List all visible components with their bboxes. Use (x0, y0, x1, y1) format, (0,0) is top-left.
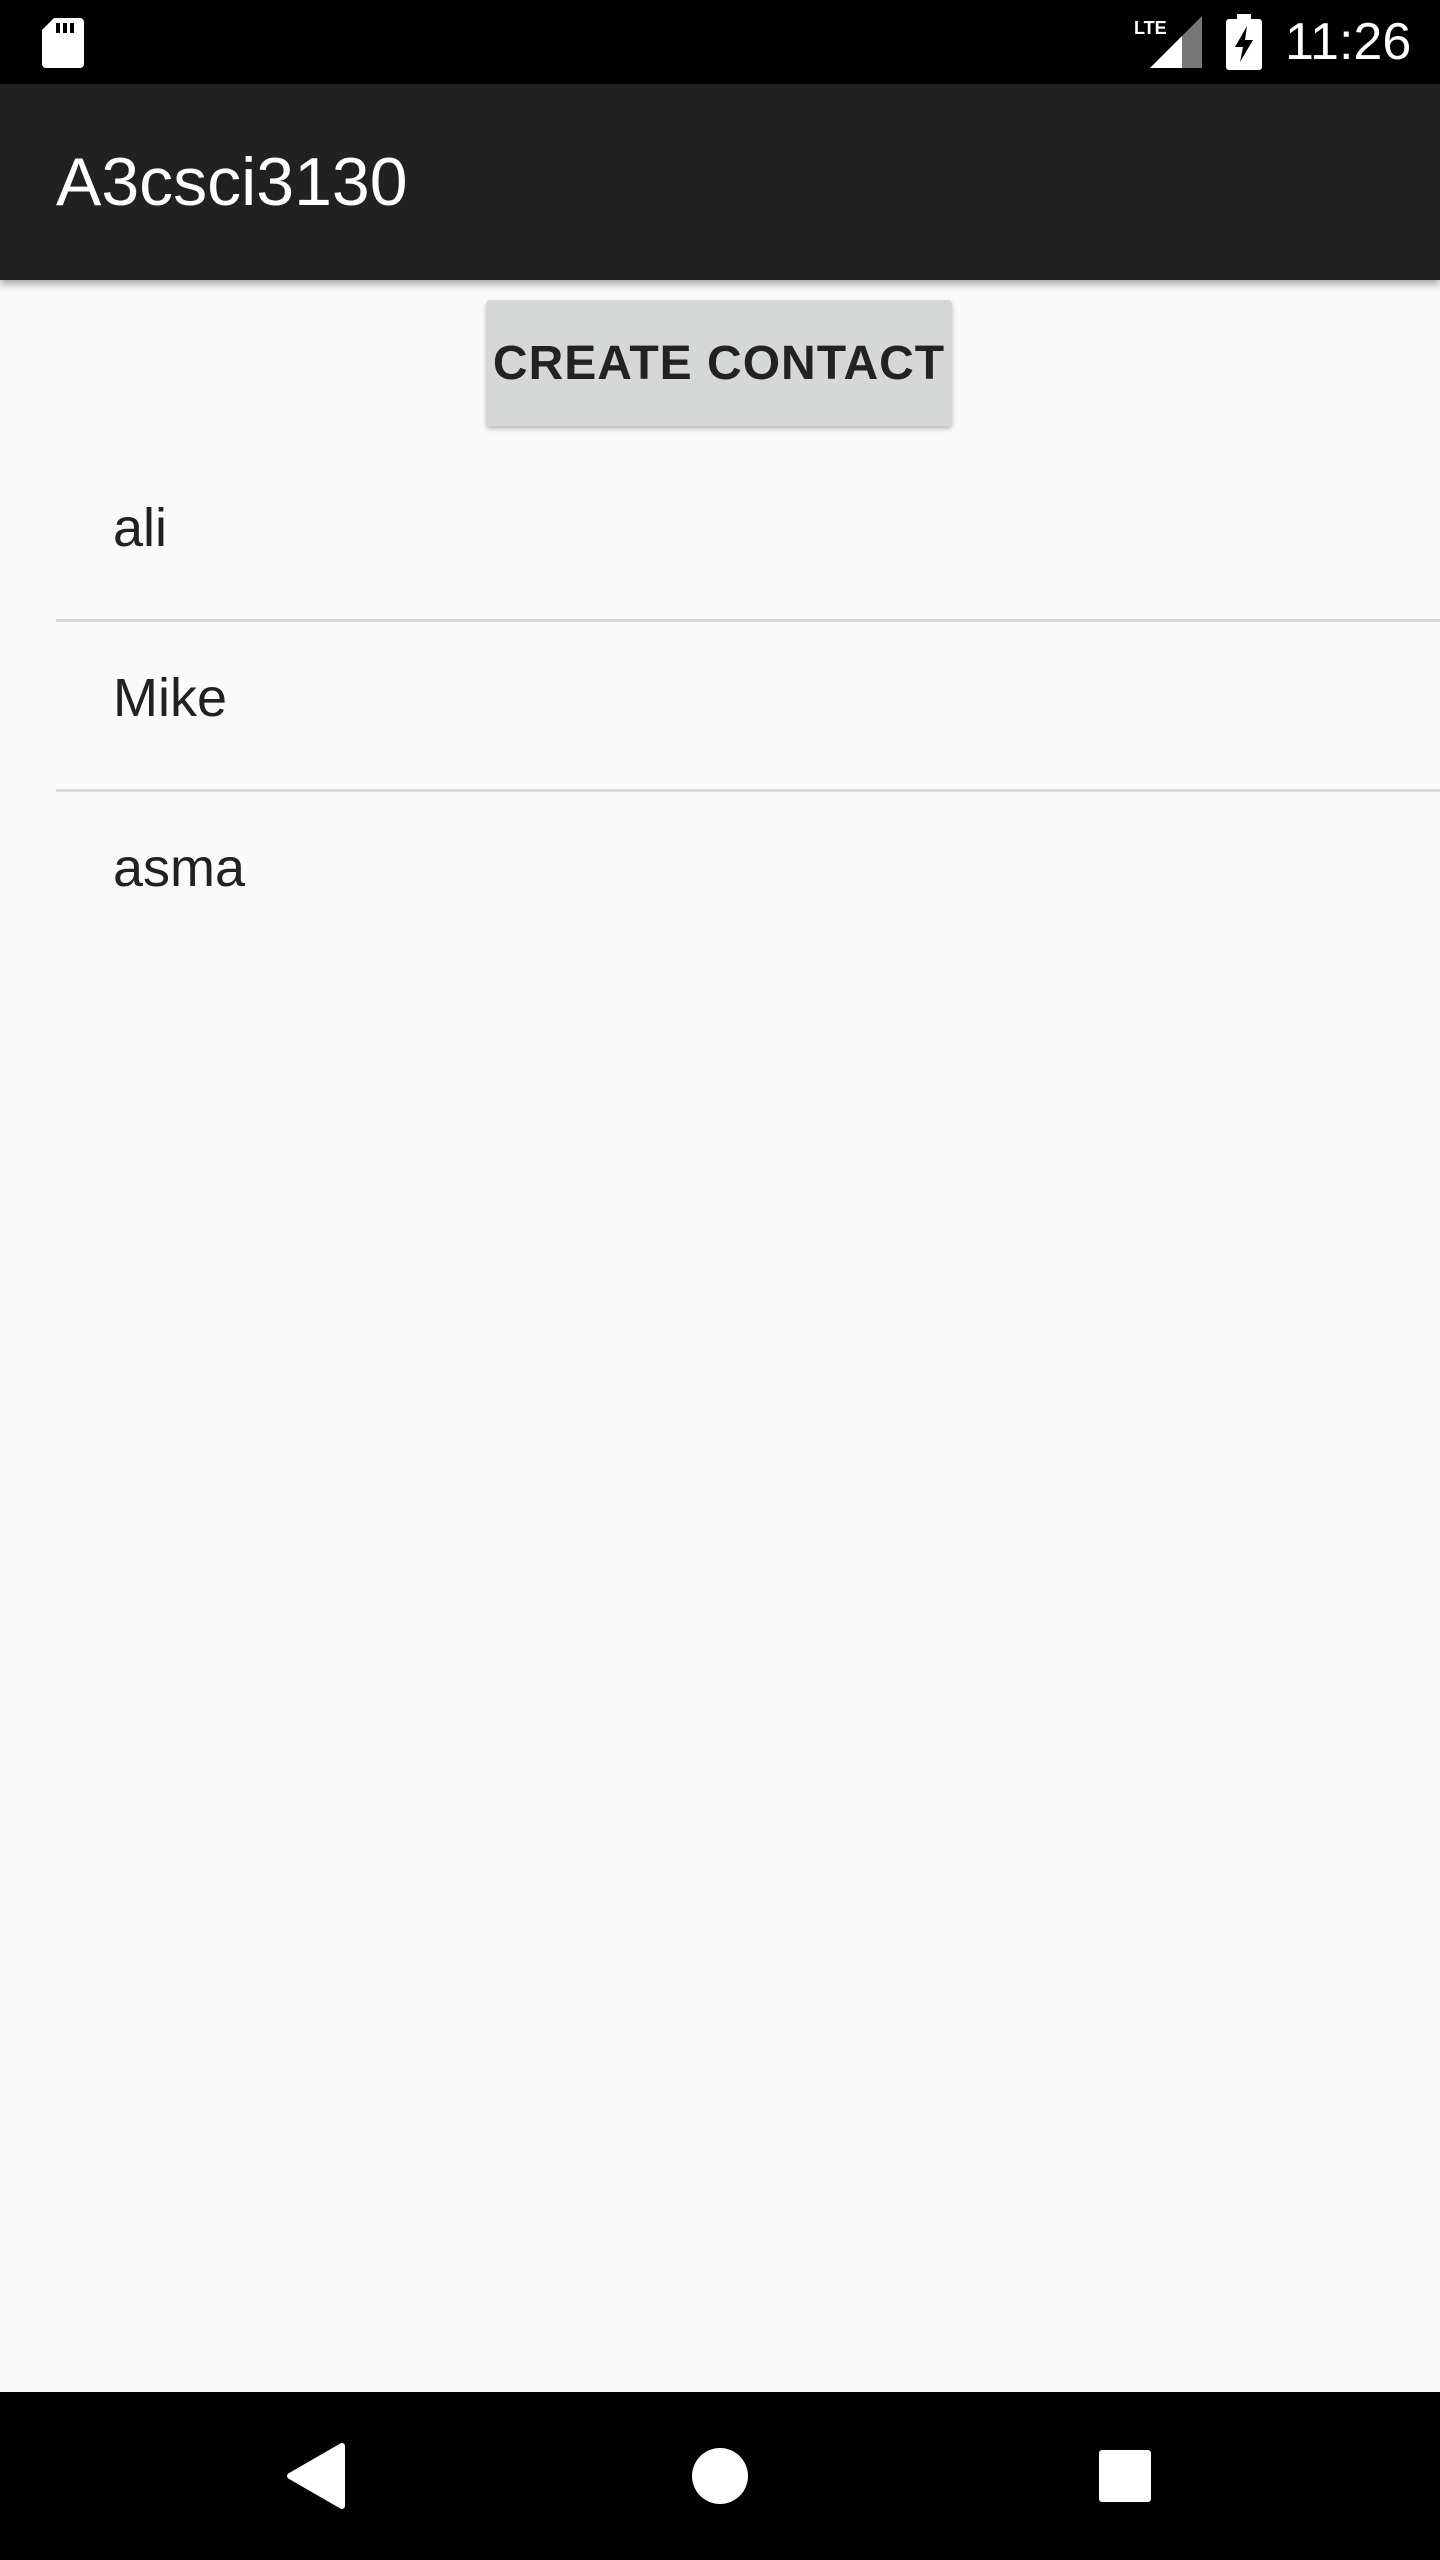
battery-charging-icon (1226, 14, 1262, 70)
back-icon[interactable] (266, 2426, 366, 2526)
main-content: CREATE CONTACT ali Mike asma (0, 280, 1440, 2392)
contact-name: Mike (113, 668, 228, 728)
app-bar: A3csci3130 (0, 84, 1440, 280)
contact-list-item[interactable]: asma (0, 792, 1440, 962)
create-contact-button[interactable]: CREATE CONTACT (486, 300, 952, 426)
app-title: A3csci3130 (56, 144, 408, 220)
contact-list: ali Mike asma (0, 452, 1440, 962)
contact-name: ali (113, 498, 168, 558)
home-icon[interactable] (670, 2426, 770, 2526)
lte-signal-icon: LTE (1134, 16, 1202, 68)
svg-text:LTE: LTE (1134, 18, 1167, 38)
sd-card-icon (42, 18, 84, 68)
recents-icon[interactable] (1075, 2426, 1175, 2526)
contact-list-item[interactable]: Mike (0, 622, 1440, 792)
contact-name: asma (113, 838, 246, 898)
status-bar: LTE 11:26 (0, 0, 1440, 84)
status-clock: 11:26 (1285, 13, 1412, 71)
navigation-bar (0, 2392, 1440, 2560)
contact-list-item[interactable]: ali (0, 452, 1440, 622)
